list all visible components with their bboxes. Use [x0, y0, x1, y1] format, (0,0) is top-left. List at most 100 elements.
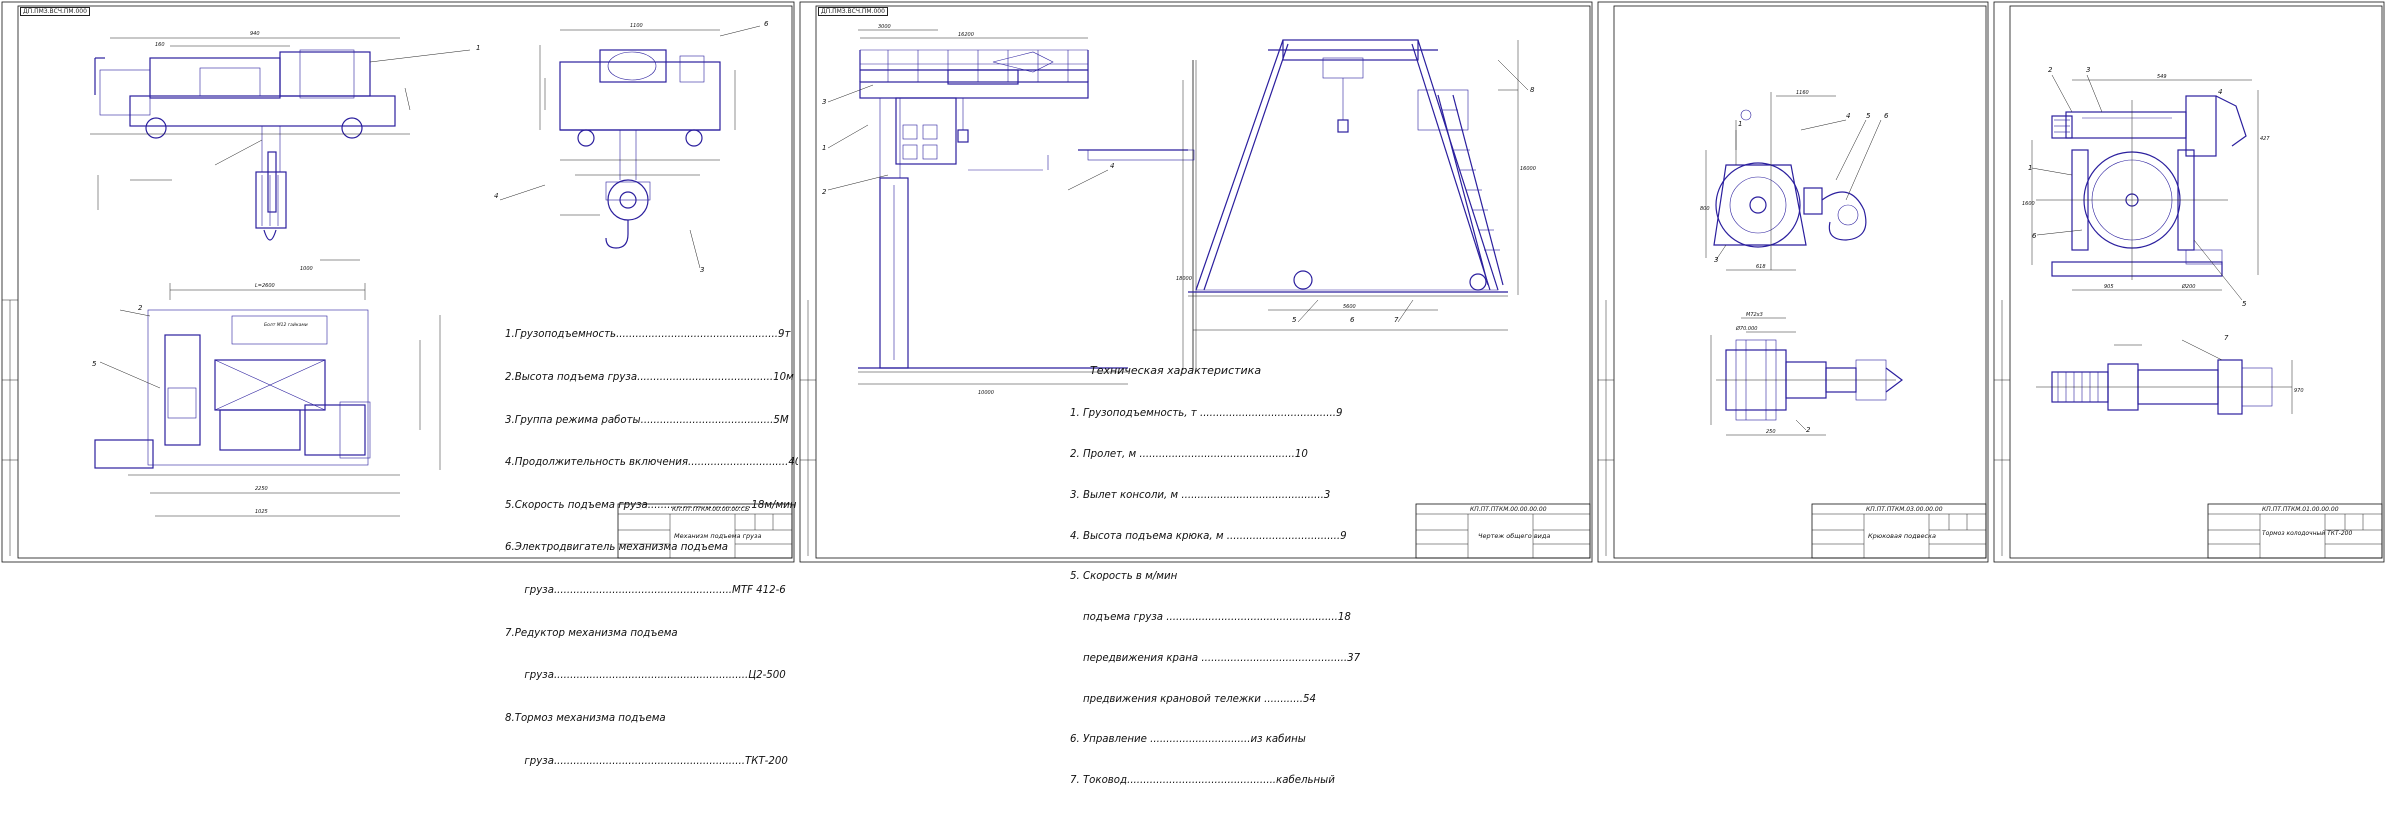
drawing-sheet-1: 1 2 3 4 5 6 940 1100 L=2600 1000 2250 10… — [0, 0, 811, 767]
trolley-side-view — [90, 37, 471, 300]
callout-1-2: 2 — [138, 304, 143, 312]
spec-2-line-10: 7. Токовод..............................… — [1070, 775, 1335, 787]
brake-plan-view — [2036, 339, 2293, 415]
sheet-4-doc-code: КП.ПТ.ПТКМ.01.00.00.00 — [2262, 506, 2339, 513]
dim-1-c: L=2600 — [255, 283, 275, 289]
dim-2-c: 18000 — [1176, 276, 1192, 282]
callout-4-3: 3 — [2086, 66, 2090, 74]
sheet-3-drawing: 1 2 3 4 5 6 1160 618 800 М72x3 Ø70.000 2… — [1597, 1, 1989, 563]
dim-4-b: 427 — [2260, 136, 2270, 142]
spec-2-line-9: 6. Управление ..........................… — [1070, 734, 1306, 746]
sheet-4-stamp-title: Тормоз колодочный ТКТ-200 — [2262, 530, 2353, 537]
sheet-2-spec-list: 1. Грузоподъемность, т .................… — [1070, 380, 1360, 815]
dim-2-a: 3000 — [878, 24, 891, 30]
spec-1-line-11: груза...................................… — [505, 755, 788, 767]
dim-1-e: 2250 — [255, 486, 268, 492]
callout-3-6: 6 — [1884, 112, 1889, 120]
callout-4-2: 2 — [2048, 66, 2053, 74]
dim-1-d: 1000 — [300, 266, 313, 272]
dim-3-e: Ø70.000 — [1735, 325, 1757, 332]
spec-2-line-2: 2. Пролет, м ...........................… — [1070, 448, 1308, 460]
spec-1-line-2: 2.Высота подъема груза..................… — [505, 372, 794, 384]
callout-1-4: 4 — [494, 192, 498, 200]
spec-1-line-5: 5.Скорость подъема груза................… — [505, 499, 797, 511]
sheet-1-corner-tag: ДП.ПМЗ.ВСЧ.ПМ.000 — [20, 7, 90, 16]
dim-3-c: 800 — [1700, 206, 1710, 212]
dim-3-d: М72x3 — [1746, 312, 1763, 318]
sheet-4-drawing: 1 2 3 4 5 6 7 549 427 905 Ø200 1600 970 — [1993, 1, 2385, 563]
spec-2-line-8: предвижения крановой тележки ...........… — [1070, 693, 1316, 705]
spec-1-line-6: 6.Электродвигатель механизма подъема — [505, 542, 729, 554]
sheet-3-doc-code: КП.ПТ.ПТКМ.03.00.00.00 — [1866, 506, 1943, 513]
sheet-2-spec-heading: Техническая характеристика — [1090, 364, 1262, 377]
dim-1-f: 1025 — [255, 509, 268, 515]
spec-2-line-5: 5. Скорость в м/мин — [1070, 571, 1178, 583]
spec-2-line-3: 3. Вылет консоли, м ....................… — [1070, 489, 1331, 501]
dim-4-d: Ø200 — [2181, 283, 2195, 290]
sheet-1-spec-list: 1.Грузоподъемность......................… — [505, 300, 811, 797]
callout-4-5: 5 — [2242, 300, 2247, 308]
callout-2-7: 7 — [1394, 316, 1399, 324]
dim-2-e: 10000 — [978, 390, 994, 396]
plan-note: Болт М12 гайками — [264, 322, 308, 328]
dim-2-f: 5600 — [1343, 304, 1356, 310]
spec-1-line-10: 8.Тормоз механизма подъема — [505, 712, 666, 724]
trolley-end-view — [499, 25, 761, 269]
sheet-2-stamp-title: Чертеж общего вида — [1478, 532, 1551, 540]
sheet-2-doc-code: КП.ПТ.ПТКМ.00.00.00.00 — [1470, 506, 1547, 513]
spec-2-line-7: передвижения крана .....................… — [1070, 652, 1361, 664]
callout-4-1: 1 — [2028, 164, 2032, 172]
sheet-2-corner-tag: ДП.ПМЗ.ВСЧ.ПМ.000 — [818, 7, 888, 16]
spec-2-line-4: 4. Высота подъема крюка, м .............… — [1070, 530, 1347, 542]
spec-1-line-4: 4.Продолжительность включения...........… — [505, 457, 812, 469]
callout-4-7: 7 — [2224, 334, 2229, 342]
spec-2-line-6: подъема груза ..........................… — [1070, 612, 1351, 624]
dim-2-b: 16200 — [958, 32, 974, 38]
sheet-3-frame — [1613, 5, 1987, 559]
sheet-1-stamp-title: Механизм подъема груза — [674, 532, 762, 540]
dim-4-f: 970 — [2294, 388, 2304, 394]
callout-3-4: 4 — [1846, 112, 1850, 120]
spec-2-line-1: 1. Грузоподъемность, т .................… — [1070, 408, 1343, 420]
callout-3-5: 5 — [1866, 112, 1871, 120]
callout-2-4: 4 — [1110, 162, 1114, 170]
brake-front-view — [2031, 74, 2259, 301]
sheet-3-stamp-title: Крюковая подвеска — [1868, 532, 1936, 540]
sheet-4-frame — [2009, 5, 2383, 559]
dim-1-b: 1100 — [630, 23, 643, 29]
spec-1-line-8: 7.Редуктор механизма подъема — [505, 627, 678, 639]
spec-1-line-7: груза...................................… — [505, 585, 786, 597]
drawing-sheet-2: 1 2 3 4 5 6 7 8 3000 16200 18000 16000 1… — [798, 0, 1596, 786]
dim-3-f: 250 — [1766, 429, 1776, 435]
dim-4-e: 1600 — [2022, 201, 2035, 207]
callout-1-1: 1 — [476, 44, 480, 52]
spec-1-line-3: 3.Группа режима работы..................… — [505, 414, 789, 426]
dim-2-d: 16000 — [1520, 166, 1536, 172]
callout-2-6: 6 — [1350, 316, 1355, 324]
crane-side-view — [1188, 39, 1529, 331]
spec-1-line-9: груза...................................… — [505, 670, 786, 682]
callout-2-8: 8 — [1530, 86, 1535, 94]
callout-4-6: 6 — [2032, 232, 2037, 240]
dim-3-b: 618 — [1756, 264, 1766, 270]
callout-2-3: 3 — [822, 98, 826, 106]
callout-3-3: 3 — [1714, 256, 1718, 264]
dim-4-a: 549 — [2157, 74, 2167, 80]
callout-2-2: 2 — [822, 188, 827, 196]
dim-4-c: 905 — [2104, 284, 2114, 290]
dim-3-a: 1160 — [1796, 90, 1809, 96]
drawing-sheet-4: 1 2 3 4 5 6 7 549 427 905 Ø200 1600 970 … — [1992, 0, 2388, 564]
callout-1-5: 5 — [92, 360, 97, 368]
callout-3-2: 2 — [1806, 426, 1811, 434]
callout-4-4: 4 — [2218, 88, 2222, 96]
sheet-1-doc-code: КП.ПТ.ПТКМ.00.00.00.СБ — [672, 506, 750, 513]
drawing-sheet-3: 1 2 3 4 5 6 1160 618 800 М72x3 Ø70.000 2… — [1596, 0, 1992, 564]
hook-block-front-view — [1705, 92, 1882, 271]
callout-1-6: 6 — [764, 20, 769, 28]
callout-2-5: 5 — [1292, 316, 1297, 324]
crane-front-view — [827, 29, 1197, 385]
callout-1-3: 3 — [700, 266, 704, 274]
hook-block-section-view — [1710, 317, 1903, 436]
callout-3-1: 1 — [1738, 120, 1742, 128]
dim-1-g: 160 — [155, 42, 165, 48]
